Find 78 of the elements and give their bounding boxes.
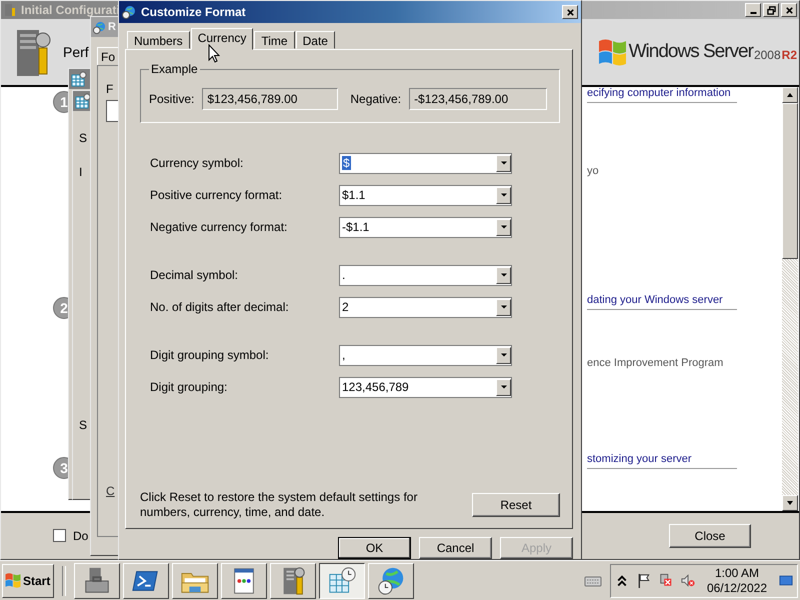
field-label: Negative: xyxy=(350,92,402,106)
logo-edition: R2 xyxy=(782,48,797,62)
close-button[interactable] xyxy=(562,5,578,19)
field-label: Negative currency format: xyxy=(150,220,288,234)
field-label: Digit grouping: xyxy=(150,380,228,394)
flag-icon[interactable] xyxy=(636,573,651,588)
calendar-clock-icon xyxy=(327,566,357,596)
link[interactable]: C xyxy=(106,484,115,498)
scroll-down-icon xyxy=(786,499,794,507)
step-text: ence Improvement Program xyxy=(587,357,724,369)
field-label: Currency symbol: xyxy=(150,156,244,170)
globe-clock-icon xyxy=(93,20,106,34)
globe-clock-icon xyxy=(122,5,136,19)
minimize-button[interactable] xyxy=(745,3,761,17)
restore-button[interactable] xyxy=(763,3,779,17)
dialog-title: Customize Format xyxy=(141,5,246,19)
field-label: Positive: xyxy=(149,92,194,106)
dropdown-field[interactable]: -$1.1 xyxy=(339,216,512,238)
tab[interactable]: Date xyxy=(296,31,335,49)
dropdown-field[interactable]: . xyxy=(339,264,512,286)
minimize-icon xyxy=(750,12,756,14)
dropdown-field[interactable]: 123,456,789 xyxy=(339,376,512,398)
cursor-icon xyxy=(208,44,220,63)
globe-clock-icon xyxy=(376,566,406,596)
window-title: R xyxy=(108,21,116,33)
close-icon xyxy=(784,6,794,14)
example-value: $123,456,789.00 xyxy=(202,88,338,110)
close-button[interactable]: Close xyxy=(669,524,751,548)
dropdown-field[interactable]: $ xyxy=(339,152,512,174)
speaker-muted-icon[interactable] xyxy=(680,573,695,588)
clock-date[interactable]: 06/12/2022 xyxy=(706,580,767,596)
clock-time[interactable]: 1:00 AM xyxy=(714,566,759,580)
restore-icon xyxy=(766,6,776,14)
step-heading[interactable]: stomizing your server xyxy=(587,453,737,469)
close-button[interactable] xyxy=(781,3,797,17)
field-label: Positive currency format: xyxy=(150,188,284,202)
window-text: I xyxy=(79,165,82,179)
tab[interactable]: Numbers xyxy=(127,31,190,49)
window-text: S xyxy=(79,418,88,432)
step-heading[interactable]: dating your Windows server xyxy=(587,294,737,310)
window-text: S xyxy=(79,131,88,145)
show-desktop-icon[interactable] xyxy=(779,573,793,588)
close-icon xyxy=(566,8,574,16)
windows-logo-icon xyxy=(598,38,626,66)
calendar-icon xyxy=(71,71,87,87)
keyboard-icon[interactable] xyxy=(584,574,602,586)
reset-button[interactable]: Reset xyxy=(472,493,560,517)
server-icon xyxy=(3,3,17,17)
network-error-icon[interactable] xyxy=(658,573,673,588)
reset-note: Click Reset to restore the system default settings for numbers, currency, time, and date. xyxy=(140,490,418,520)
field-label: Digit grouping symbol: xyxy=(150,348,270,362)
dialog-button[interactable]: Cancel xyxy=(419,537,492,559)
tab[interactable]: Time xyxy=(254,31,295,49)
checkbox[interactable] xyxy=(53,529,66,542)
field-label: F xyxy=(106,82,114,96)
taskbar-app-button[interactable] xyxy=(319,562,365,598)
logo-version: 2008 xyxy=(754,48,781,62)
windows-logo-icon xyxy=(5,573,21,588)
logo-text: Windows Server xyxy=(628,41,753,63)
field-label: Decimal symbol: xyxy=(150,268,240,282)
start-button[interactable]: Start xyxy=(2,564,54,598)
example-value: -$123,456,789.00 xyxy=(409,88,548,110)
dropdown-field[interactable]: , xyxy=(339,344,512,366)
scroll-up-icon xyxy=(786,91,794,99)
dialog-button[interactable]: OK xyxy=(338,537,411,559)
dropdown-field[interactable]: $1.1 xyxy=(339,184,512,206)
page-heading: Perf xyxy=(63,44,89,60)
step-text: yo xyxy=(587,165,599,177)
step-heading[interactable]: ecifying computer information xyxy=(587,87,737,103)
tab[interactable]: Fo xyxy=(97,47,120,66)
checkbox-label: Do xyxy=(73,529,88,543)
group-title: Example xyxy=(150,62,199,76)
field-label: No. of digits after decimal: xyxy=(150,300,290,314)
chevron-up-icon[interactable] xyxy=(614,573,629,588)
dropdown-field[interactable]: 2 xyxy=(339,296,512,318)
tab[interactable]: Currency xyxy=(190,28,254,50)
scrollbar[interactable] xyxy=(782,87,798,511)
window-title: Initial Configurati xyxy=(21,3,120,17)
